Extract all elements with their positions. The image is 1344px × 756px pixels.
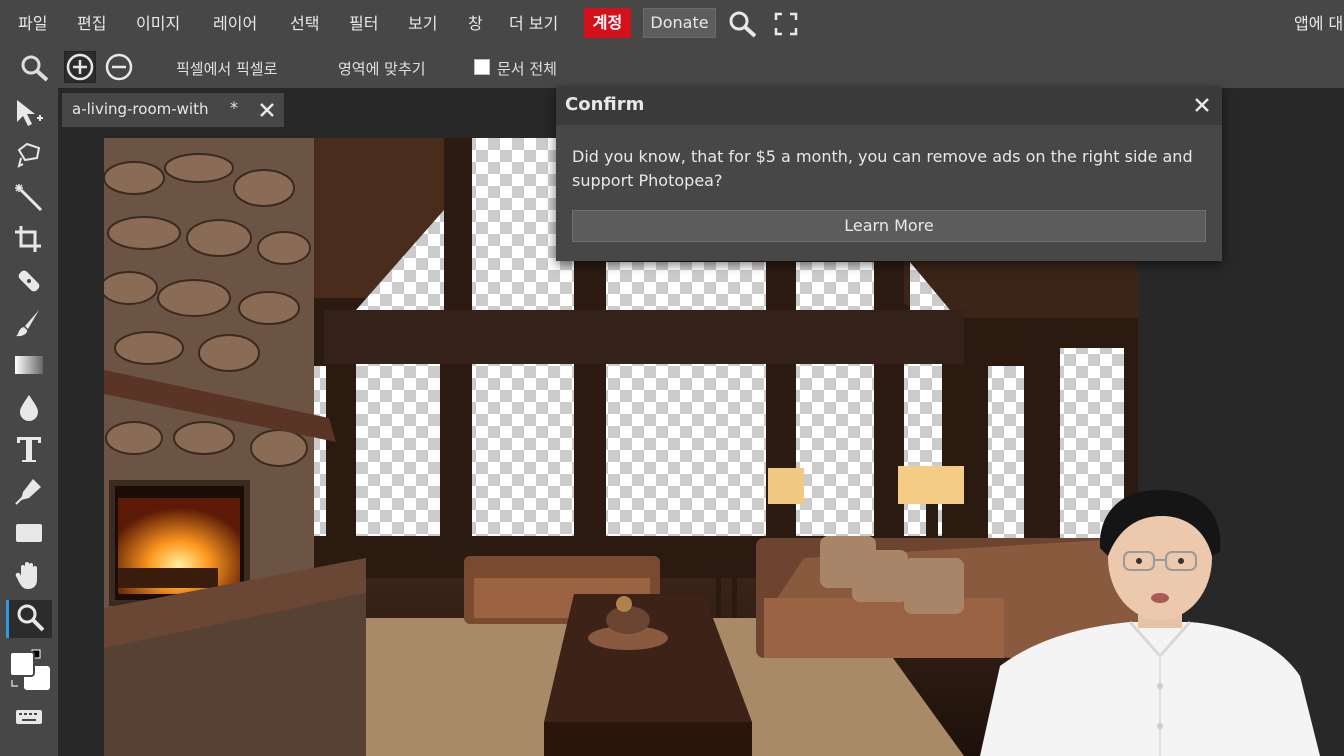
- dialog-message: Did you know, that for $5 a month, you c…: [572, 147, 1193, 190]
- zoom-tool-icon: [15, 602, 47, 636]
- fit-area-button[interactable]: 영역에 맞추기: [338, 58, 426, 79]
- healing-icon: [13, 266, 45, 300]
- whole-document-checkbox[interactable]: [474, 59, 490, 75]
- menu-edit[interactable]: 편집: [77, 10, 106, 34]
- blur-tool[interactable]: [6, 390, 52, 428]
- close-icon[interactable]: [259, 102, 275, 122]
- crop-icon: [13, 224, 45, 258]
- brush-icon: [13, 308, 45, 342]
- zoom-tool[interactable]: [6, 600, 52, 638]
- lasso-tool-icon: [13, 140, 45, 174]
- hand-icon: [13, 560, 45, 594]
- magic-wand-icon: [13, 182, 45, 216]
- move-tool-icon: [13, 98, 45, 132]
- gradient-tool[interactable]: [6, 348, 52, 386]
- crop-tool[interactable]: [6, 222, 52, 260]
- healing-tool[interactable]: [6, 264, 52, 302]
- dialog-title: Confirm: [565, 94, 645, 115]
- lasso-tool[interactable]: [6, 138, 52, 176]
- about-app-link[interactable]: 앱에 대: [1294, 10, 1343, 34]
- menu-bar: 파일 편집 이미지 레이어 선택 필터 보기 창 더 보기 계정 Donate …: [0, 0, 1344, 46]
- pixel-to-pixel-button[interactable]: 픽셀에서 픽셀로: [176, 58, 277, 79]
- search-icon[interactable]: [728, 10, 758, 42]
- menu-image[interactable]: 이미지: [136, 10, 180, 34]
- options-bar: 픽셀에서 픽셀로 영역에 맞추기 문서 전체: [0, 46, 1344, 88]
- tool-panel: [0, 88, 58, 756]
- learn-more-button[interactable]: Learn More: [572, 210, 1206, 242]
- zoom-tool-indicator-icon: [20, 54, 50, 86]
- pen-icon: [13, 476, 45, 510]
- type-icon: [13, 434, 45, 468]
- menu-filter[interactable]: 필터: [349, 10, 378, 34]
- presenter-image: [980, 489, 1320, 756]
- menu-layer[interactable]: 레이어: [213, 10, 257, 34]
- document-modified-marker: *: [230, 98, 238, 117]
- account-button[interactable]: 계정: [584, 8, 631, 38]
- webcam-overlay: [980, 486, 1344, 756]
- move-tool[interactable]: [6, 96, 52, 134]
- dialog-header: Confirm: [556, 87, 1222, 125]
- rectangle-icon: [13, 518, 45, 552]
- magic-wand-tool[interactable]: [6, 180, 52, 218]
- whole-document-label: 문서 전체: [497, 60, 557, 78]
- blur-icon: [13, 392, 45, 426]
- brush-tool[interactable]: [6, 306, 52, 344]
- hand-tool[interactable]: [6, 558, 52, 596]
- menu-more[interactable]: 더 보기: [509, 10, 558, 34]
- dialog-close-icon[interactable]: [1192, 95, 1212, 115]
- zoom-out-icon[interactable]: [105, 53, 133, 85]
- menu-view[interactable]: 보기: [408, 10, 437, 34]
- menu-window[interactable]: 창: [468, 10, 483, 34]
- rectangle-tool[interactable]: [6, 516, 52, 554]
- fullscreen-icon[interactable]: [774, 12, 798, 40]
- donate-button[interactable]: Donate: [643, 8, 716, 38]
- keyboard-icon: [13, 702, 45, 736]
- menu-file[interactable]: 파일: [18, 10, 47, 34]
- menu-select[interactable]: 선택: [290, 10, 319, 34]
- document-tab[interactable]: a-living-room-with *: [62, 93, 284, 127]
- pen-tool[interactable]: [6, 474, 52, 512]
- document-tab-name: a-living-room-with: [72, 100, 209, 118]
- type-tool[interactable]: [6, 432, 52, 470]
- zoom-in-icon[interactable]: [64, 51, 96, 83]
- color-swatch-icon: [8, 649, 54, 698]
- color-swatches[interactable]: [8, 648, 54, 694]
- gradient-icon: [13, 350, 45, 384]
- confirm-dialog: Confirm Did you know, that for $5 a mont…: [556, 87, 1222, 261]
- keyboard-tool[interactable]: [6, 700, 52, 738]
